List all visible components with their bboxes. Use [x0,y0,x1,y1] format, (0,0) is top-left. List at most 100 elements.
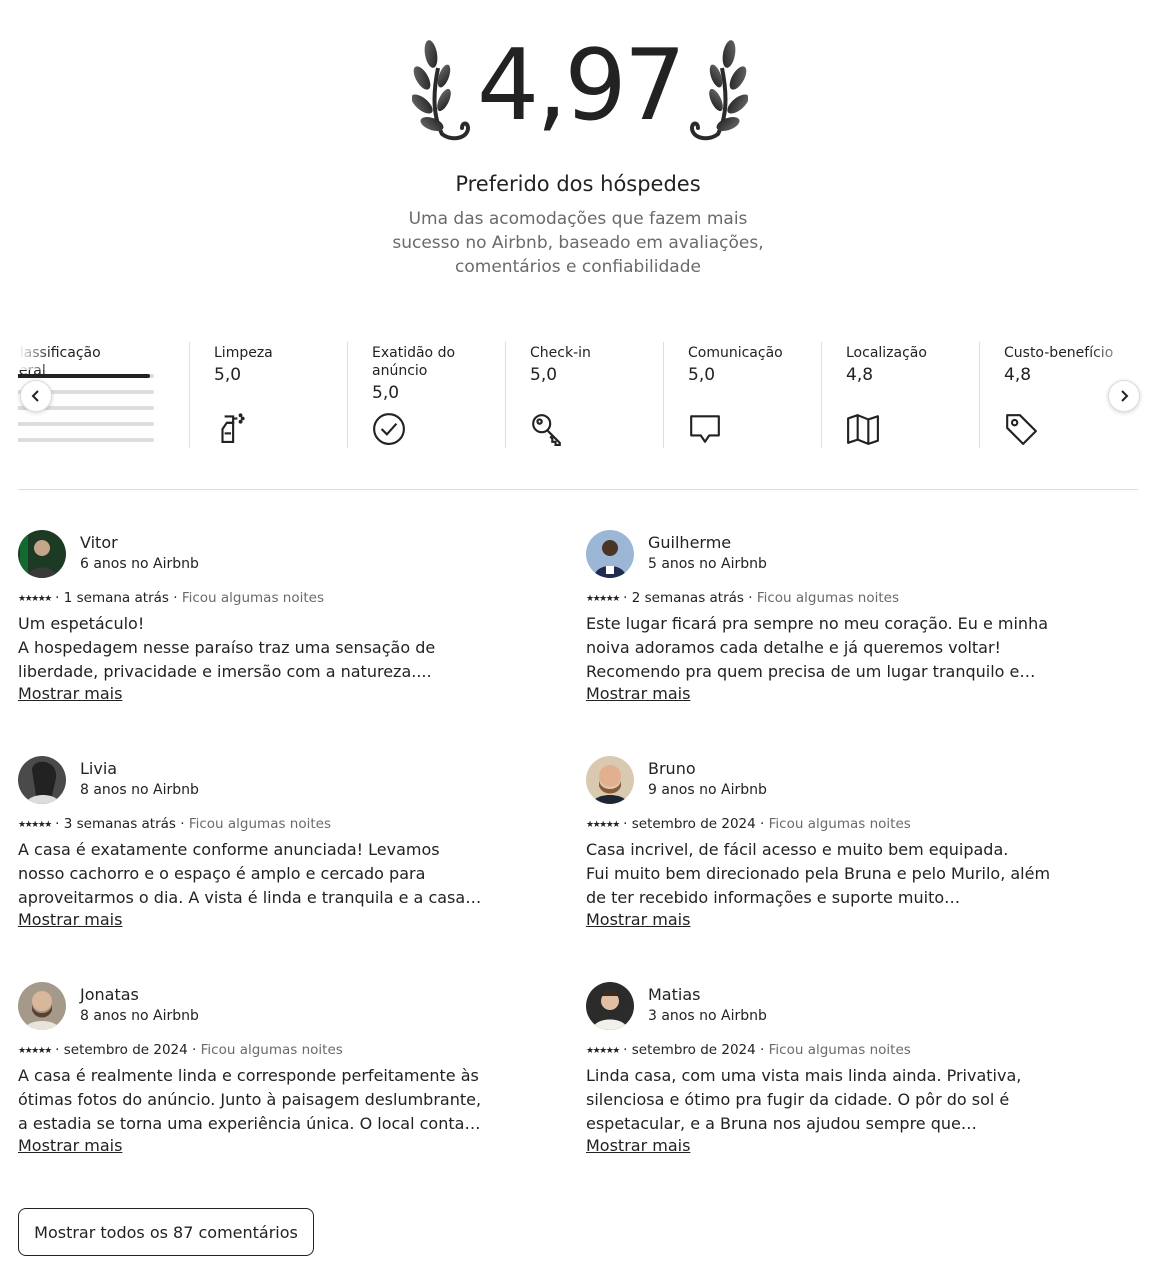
stay-length: Ficou algumas noites [768,1042,911,1058]
separator: · [55,816,60,832]
review-line: Este lugar ficará pra sempre no meu cora… [586,614,1049,657]
avatar[interactable] [586,756,634,804]
review-line: Recomendo pra quem precisa de um lugar t… [586,662,1020,681]
review-date: setembro de 2024 [631,816,756,832]
reviewer-tenure: 8 anos no Airbnb [80,782,199,798]
separator: · [623,590,628,606]
star-rating: ★★★★★ [586,820,620,830]
review-meta: ★★★★★ · setembro de 2024 · Ficou algumas… [586,816,911,832]
category-value: 4,8 [846,365,874,385]
review-meta: ★★★★★ · 3 semanas atrás · Ficou algumas … [18,816,331,832]
show-all-reviews-button[interactable]: Mostrar todos os 87 comentários [18,1208,314,1256]
star-rating: ★★★★★ [18,594,52,604]
stay-length: Ficou algumas noites [200,1042,343,1058]
reviewer-tenure: 3 anos no Airbnb [648,1008,767,1024]
show-more-link[interactable]: Mostrar mais [586,1136,690,1155]
chevron-left-icon [31,390,39,402]
avatar[interactable] [18,756,66,804]
reviewer-name[interactable]: Livia [80,759,117,778]
rating-bar-5 [18,374,154,378]
reviewer-name[interactable]: Bruno [648,759,696,778]
show-more-link[interactable]: Mostrar mais [586,910,690,929]
review-meta: ★★★★★ · setembro de 2024 · Ficou algumas… [18,1042,343,1058]
separator: · [55,1042,60,1058]
stay-length: Ficou algumas noites [188,816,332,832]
review-date: setembro de 2024 [631,1042,756,1058]
reviewer-tenure: 9 anos no Airbnb [648,782,767,798]
laurel-left-icon [412,40,471,141]
show-more-link[interactable]: Mostrar mais [18,1136,122,1155]
guest-favorite-subtitle: Uma das acomodações que fazem mais suces… [392,209,764,277]
map-icon [847,414,879,445]
category-location: Localização 4,8 [821,340,980,448]
star-rating: ★★★★★ [18,1046,52,1056]
carousel-fade-left [18,340,50,370]
separator: · [748,590,753,606]
review-text: A casa é exatamente conforme anunciada! … [18,838,488,910]
carousel-prev-button[interactable] [20,380,52,412]
category-value: 5,0 [688,365,716,385]
separator: · [623,816,628,832]
category-label: Limpeza [214,345,273,361]
price-tag-icon [1006,414,1037,445]
reviewer-name[interactable]: Jonatas [80,985,139,1004]
review-text: Este lugar ficará pra sempre no meu cora… [586,612,1056,684]
separator: · [623,1042,628,1058]
stay-length: Ficou algumas noites [768,816,911,832]
separator: · [180,816,185,832]
category-value: 4,8 [1004,365,1032,385]
reviewer-name[interactable]: Vitor [80,533,118,552]
separator: · [192,1042,197,1058]
show-more-link[interactable]: Mostrar mais [18,910,122,929]
rating-bar-2 [18,422,154,426]
review-date: 1 semana atrás [63,590,169,606]
category-value: 5,0 [372,383,400,403]
avatar[interactable] [586,982,634,1030]
review-text: Um espetáculo! A hospedagem nesse paraís… [18,612,488,684]
category-label: Localização [846,345,927,361]
star-rating: ★★★★★ [586,1046,620,1056]
review-line: Casa incrivel, de fácil acesso e muito b… [586,840,1009,859]
review-meta: ★★★★★ · 1 semana atrás · Ficou algumas n… [18,590,324,606]
category-label: Comunicação [688,345,783,361]
separator: · [55,590,60,606]
reviewer-tenure: 5 anos no Airbnb [648,556,767,572]
review-line: Um espetáculo! [18,614,145,633]
separator: · [760,816,765,832]
reviewer-name[interactable]: Guilherme [648,533,731,552]
review-text: Casa incrivel, de fácil acesso e muito b… [586,838,1056,910]
category-value: 5,0 [530,365,558,385]
show-more-link[interactable]: Mostrar mais [18,684,122,703]
section-divider [18,489,1138,490]
avatar[interactable] [18,982,66,1030]
review-date: 2 semanas atrás [631,590,744,606]
review-line: A hospedagem nesse paraíso traz uma sens… [18,638,436,681]
overall-rating-value: 4,97 [476,29,686,143]
laurel-right-icon [689,40,748,141]
category-value: 5,0 [214,365,242,385]
review-line: A casa é realmente linda e corresponde p… [18,1066,482,1133]
chevron-right-icon [1121,390,1129,402]
spray-bottle-icon [221,413,245,443]
reviewer-name[interactable]: Matias [648,985,700,1004]
review-text: Linda casa, com uma vista mais linda ain… [586,1064,1056,1136]
review-line: Linda casa, com uma vista mais linda ain… [586,1066,1022,1133]
review-meta: ★★★★★ · 2 semanas atrás · Ficou algumas … [586,590,899,606]
avatar[interactable] [18,530,66,578]
star-rating: ★★★★★ [18,820,52,830]
review-line: A casa é exatamente conforme anunciada! … [18,840,466,907]
review-meta: ★★★★★ · setembro de 2024 · Ficou algumas… [586,1042,911,1058]
category-communication: Comunicação 5,0 [663,340,822,448]
rating-bar-1 [18,438,154,442]
stay-length: Ficou algumas noites [756,590,900,606]
review-date: 3 semanas atrás [63,816,176,832]
check-circle-icon [373,413,405,445]
carousel-next-button[interactable] [1108,380,1140,412]
show-more-link[interactable]: Mostrar mais [586,684,690,703]
avatar[interactable] [586,530,634,578]
category-label: Exatidão do anúncio [372,345,456,379]
separator: · [173,590,178,606]
review-date: setembro de 2024 [63,1042,188,1058]
reviewer-tenure: 8 anos no Airbnb [80,1008,199,1024]
review-line: Fui muito bem direcionado pela Bruna e p… [586,864,1051,907]
